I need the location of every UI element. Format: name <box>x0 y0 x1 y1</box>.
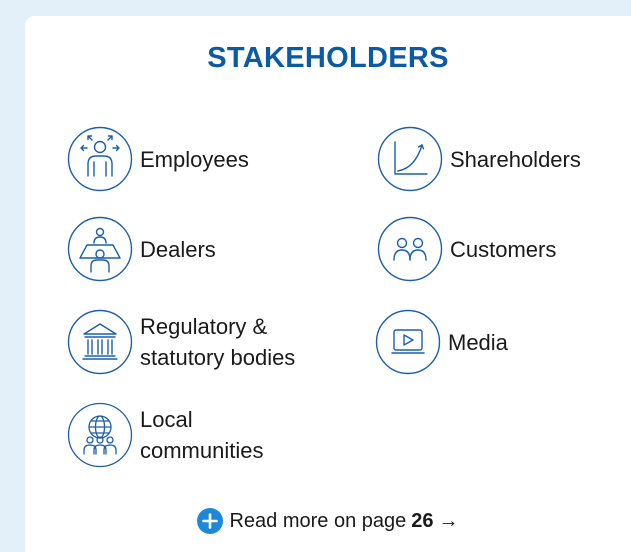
read-more-text: Read more on page <box>229 509 407 532</box>
shareholders-icon <box>377 126 443 192</box>
stakeholder-item-local-communities: Local communities <box>67 402 263 468</box>
local-communities-icon <box>67 402 133 468</box>
stakeholder-item-media: Media <box>375 309 508 375</box>
stakeholder-item-dealers: Dealers <box>67 216 216 282</box>
stakeholder-label: Customers <box>450 236 557 262</box>
stakeholder-item-employees: Employees <box>67 126 249 192</box>
stakeholders-card: STAKEHOLDERS Employees Shareholders Deal… <box>25 16 631 552</box>
plus-icon <box>197 508 224 534</box>
stakeholder-label: Local communities <box>140 407 264 463</box>
read-more-link[interactable]: Read more on page 26 → <box>25 508 631 534</box>
page-number: 26 <box>411 509 434 532</box>
arrow-right-icon: → <box>438 509 459 532</box>
stakeholder-label: Media <box>448 329 508 355</box>
stakeholder-item-regulatory-bodies: Regulatory & statutory bodies <box>67 309 295 375</box>
stakeholder-label: Regulatory & statutory bodies <box>140 314 296 370</box>
media-icon <box>375 309 441 375</box>
customers-icon <box>377 216 443 282</box>
stakeholder-label: Employees <box>140 146 249 172</box>
regulatory-bodies-icon <box>67 309 133 375</box>
stakeholder-label: Dealers <box>140 236 216 262</box>
stakeholder-item-shareholders: Shareholders <box>377 126 581 192</box>
employees-icon <box>67 126 133 192</box>
dealers-icon <box>67 216 133 282</box>
page-title: STAKEHOLDERS <box>207 42 449 74</box>
stakeholder-item-customers: Customers <box>377 216 556 282</box>
stakeholder-label: Shareholders <box>450 146 581 172</box>
